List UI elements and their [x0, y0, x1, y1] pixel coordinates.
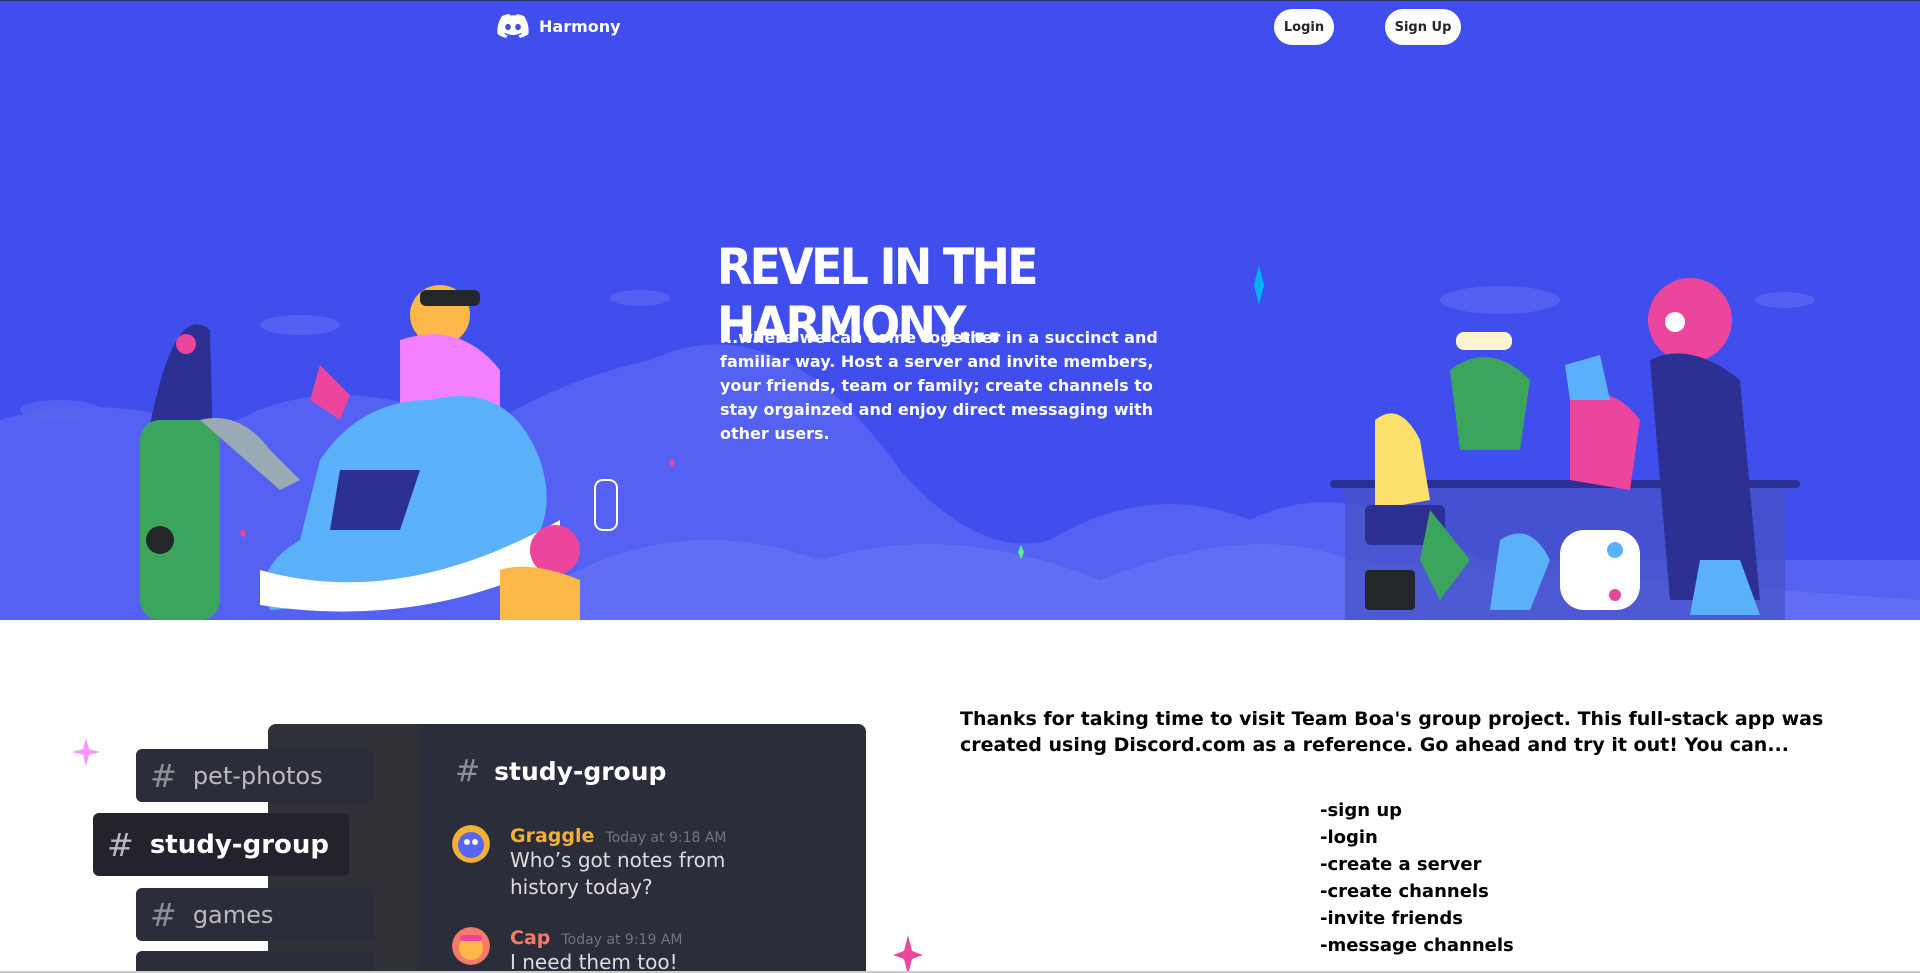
about-description: Thanks for taking time to visit Team Boa… [960, 708, 1824, 756]
feature-item: -create a server [1320, 854, 1482, 875]
chat-message: Cap Today at 9:19 AM I need them too! [452, 927, 750, 973]
message-author: Graggle [510, 825, 595, 847]
feature-item: -message channels [1320, 935, 1514, 956]
chat-demo-illustration: # study-group Graggle Today at 9:18 AM W… [0, 620, 923, 973]
feature-item: -login [1320, 827, 1378, 848]
channel-label: study-group [149, 829, 329, 860]
hero-section: Harmony Login Sign Up REVEL IN THE HARMO… [0, 0, 1920, 620]
brand-link[interactable]: Harmony [497, 14, 621, 38]
avatar [452, 927, 490, 965]
message-timestamp: Today at 9:19 AM [561, 932, 683, 948]
channel-item-pet-photos: # pet-photos [136, 749, 374, 802]
right-characters-illustration [1330, 278, 1800, 620]
channel-label: games [192, 900, 274, 929]
login-button[interactable]: Login [1274, 9, 1334, 45]
channel-item-partial [136, 951, 374, 973]
sparkle-icon [72, 738, 100, 766]
message-timestamp: Today at 9:18 AM [605, 830, 727, 846]
brand-name: Harmony [539, 16, 621, 36]
sparkle-icon [893, 935, 923, 973]
feature-item: -sign up [1320, 800, 1403, 821]
channel-item-games: # games [136, 888, 374, 941]
message-author: Cap [510, 927, 551, 949]
channel-label: pet-photos [192, 761, 323, 790]
channel-item-study-group: # study-group [93, 813, 349, 876]
chat-main: # study-group Graggle Today at 9:18 AM W… [419, 724, 866, 973]
hero-description: ...where we can come together in a succi… [720, 328, 1158, 443]
feature-item: -invite friends [1320, 908, 1463, 929]
signup-button[interactable]: Sign Up [1385, 9, 1461, 45]
hash-icon: # [150, 895, 177, 934]
feature-item: -create channels [1320, 881, 1489, 902]
hash-icon: # [455, 754, 481, 789]
channel-header-name: study-group [494, 757, 667, 786]
features-list: -sign up -login -create a server -create… [1320, 797, 1514, 959]
hash-icon: # [107, 825, 134, 864]
discord-logo-icon [497, 14, 529, 38]
hash-icon: # [150, 756, 177, 795]
message-text: Who’s got notes from history today? [510, 848, 726, 899]
avatar [452, 825, 490, 863]
chat-message: Graggle Today at 9:18 AM Who’s got notes… [452, 825, 750, 901]
channel-header: # study-group [455, 754, 666, 789]
message-text: I need them too! [510, 950, 678, 973]
